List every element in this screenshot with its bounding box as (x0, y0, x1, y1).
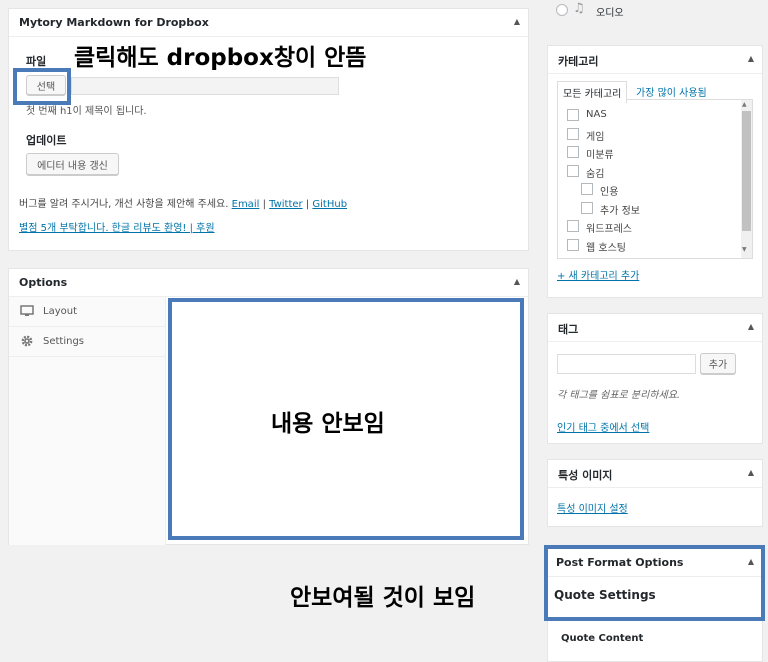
tab-all-categories[interactable]: 모든 카테고리 (557, 81, 628, 103)
bug-text: 버그를 알려 주시거나, 개선 사항을 제안해 주세요. (19, 199, 229, 210)
post-format-highlight (544, 545, 765, 621)
collapse-arrow-icon[interactable]: ▲ (514, 17, 520, 26)
category-label: 웹 호스팅 (586, 242, 626, 254)
category-list: NAS 게임미분류숨김인용추가 정보워드프레스웹 호스팅 ▲ ▼ (557, 99, 753, 259)
collapse-arrow-icon[interactable]: ▲ (748, 468, 754, 477)
category-checkbox[interactable] (581, 201, 593, 214)
category-checkbox[interactable] (567, 109, 579, 121)
scroll-thumb[interactable] (742, 111, 751, 231)
scroll-up-icon[interactable]: ▲ (742, 101, 747, 108)
separator: | (305, 199, 310, 210)
category-item[interactable]: 미분류 (567, 146, 737, 161)
category-item[interactable]: NAS (567, 109, 737, 123)
category-item[interactable]: 게임 (567, 127, 737, 143)
tab-most-used[interactable]: 가장 많이 사용됨 (636, 84, 707, 99)
add-tag-button[interactable]: 추가 (700, 353, 736, 374)
tag-input[interactable] (557, 354, 696, 374)
category-item[interactable]: 인용 (581, 183, 751, 198)
category-item[interactable]: 워드프레스 (567, 220, 737, 235)
featured-image-title[interactable]: 특성 이미지 ▲ (548, 460, 762, 488)
popular-tags-link[interactable]: 인기 태그 중에서 선택 (557, 419, 649, 434)
category-label: 워드프레스 (586, 224, 632, 235)
tab-settings-label: Settings (43, 336, 85, 347)
shown-annotation: 안보여될 것이 보임 (290, 585, 476, 611)
category-label: 인용 (600, 187, 619, 198)
category-checkbox[interactable] (567, 220, 579, 232)
audio-radio[interactable] (556, 4, 568, 16)
category-label: 게임 (586, 131, 605, 143)
collapse-arrow-icon[interactable]: ▲ (748, 322, 754, 331)
category-label: 미분류 (586, 150, 614, 161)
category-checkbox[interactable] (567, 238, 579, 251)
collapse-arrow-icon[interactable]: ▲ (514, 277, 520, 286)
category-scrollbar[interactable]: ▲ ▼ (741, 100, 752, 258)
github-link[interactable]: GitHub (312, 199, 347, 210)
options-box-title[interactable]: Options ▲ (9, 269, 528, 297)
tab-layout-label: Layout (43, 306, 77, 317)
category-label: 추가 정보 (600, 205, 640, 217)
quote-content-label: Quote Content (561, 633, 644, 644)
options-tab-sidebar: Layout Settings (9, 297, 166, 545)
content-annotation: 내용 안보임 (271, 411, 385, 437)
file-path-input[interactable] (71, 77, 339, 95)
monitor-icon (20, 305, 34, 316)
review-link[interactable]: 별점 5개 부탁합니다. 한글 리뷰도 환영! | 후원 (19, 219, 215, 234)
bug-report-line: 버그를 알려 주시거나, 개선 사항을 제안해 주세요. Email | Twi… (19, 195, 347, 210)
email-link[interactable]: Email (232, 199, 260, 210)
set-featured-image-link[interactable]: 특성 이미지 설정 (557, 500, 628, 515)
audio-label: 오디오 (596, 8, 624, 19)
collapse-arrow-icon[interactable]: ▲ (748, 54, 754, 63)
separator: | (262, 199, 266, 210)
category-item[interactable]: 웹 호스팅 (567, 238, 737, 254)
category-checkbox[interactable] (567, 146, 579, 158)
tag-box-title[interactable]: 태그 ▲ (548, 314, 762, 342)
category-checkbox[interactable] (581, 183, 593, 195)
refresh-editor-button[interactable]: 에디터 내용 갱신 (26, 153, 119, 175)
gear-icon (21, 335, 33, 347)
featured-image-box: 특성 이미지 ▲ 특성 이미지 설정 (547, 459, 763, 527)
category-label: 숨김 (586, 168, 605, 180)
category-item[interactable]: 숨김 (567, 164, 737, 180)
update-label: 업데이트 (26, 134, 67, 147)
category-box: 카테고리 ▲ 모든 카테고리 가장 많이 사용됨 NAS 게임미분류숨김인용추가 … (547, 45, 763, 298)
category-checkbox[interactable] (567, 164, 579, 177)
music-note-icon: ♫ (573, 1, 585, 16)
tab-settings[interactable]: Settings (9, 327, 166, 357)
file-label: 파일 (26, 55, 47, 68)
category-label: NAS (586, 109, 607, 120)
dropbox-annotation: 클릭해도 dropbox창이 안뜸 (74, 45, 367, 71)
tag-hint: 각 태그를 쉼표로 분리하세요. (557, 390, 681, 401)
category-item[interactable]: 추가 정보 (581, 201, 751, 217)
select-button-highlight (13, 68, 71, 105)
tag-box: 태그 ▲ 추가 각 태그를 쉼표로 분리하세요. 인기 태그 중에서 선택 (547, 313, 763, 444)
add-category-link[interactable]: + 새 카테고리 추가 (557, 267, 639, 282)
twitter-link[interactable]: Twitter (269, 199, 303, 210)
markdown-box-title[interactable]: Mytory Markdown for Dropbox ▲ (9, 9, 528, 37)
tab-layout[interactable]: Layout (9, 297, 166, 327)
scroll-down-icon[interactable]: ▼ (742, 246, 747, 253)
category-checkbox[interactable] (567, 127, 579, 140)
category-box-title[interactable]: 카테고리 ▲ (548, 46, 762, 74)
